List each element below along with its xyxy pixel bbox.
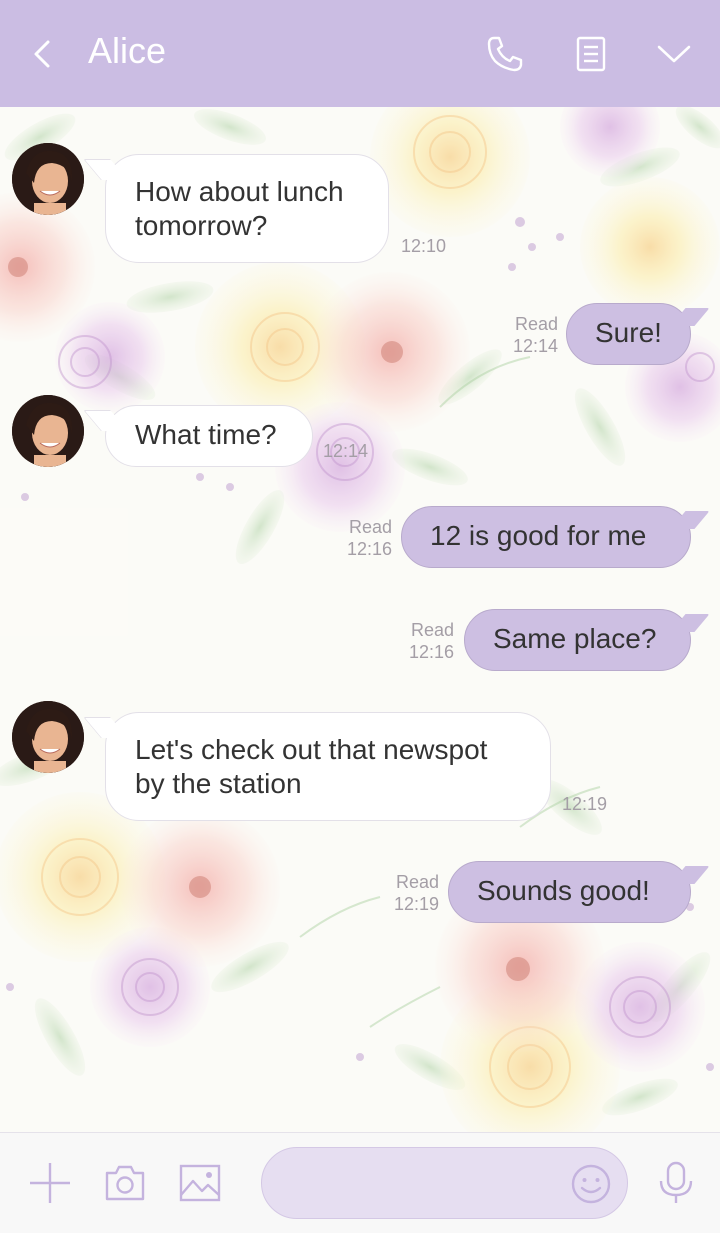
message-bubble-outgoing[interactable]: Sounds good!: [448, 861, 691, 923]
chevron-down-icon[interactable]: [654, 34, 694, 74]
message-text: 12 is good for me: [430, 520, 647, 551]
message-text-line: tomorrow?: [135, 210, 268, 241]
read-receipt: Read 12:16: [342, 516, 392, 560]
message-list[interactable]: How about lunch tomorrow? 12:10 Read 12:…: [0, 107, 720, 1132]
message-text: Sure!: [595, 317, 662, 348]
message-text-line: Let's check out that newspot: [135, 734, 488, 765]
message-time: 12:16: [346, 539, 392, 559]
avatar-photo: [12, 395, 84, 467]
message-text: What time?: [135, 419, 277, 450]
read-status: Read: [514, 314, 558, 334]
read-status: Read: [348, 517, 392, 537]
message-time: 12:19: [393, 894, 439, 914]
message-bubble-outgoing[interactable]: Sure!: [566, 303, 691, 365]
message-text: Same place?: [493, 623, 657, 654]
chat-header: Alice: [0, 0, 720, 107]
avatar-photo: [12, 143, 84, 215]
microphone-icon[interactable]: [654, 1161, 698, 1205]
phone-icon[interactable]: [485, 34, 525, 74]
avatar-photo: [12, 701, 84, 773]
message-text-line: How about lunch: [135, 176, 344, 207]
message-input-box[interactable]: [261, 1147, 628, 1220]
message-bubble-outgoing[interactable]: 12 is good for me: [401, 506, 691, 568]
read-status: Read: [395, 872, 439, 892]
message-text: Sounds good!: [477, 875, 650, 906]
notes-icon[interactable]: [571, 34, 611, 74]
message-input[interactable]: [284, 1148, 578, 1220]
read-receipt: Read 12:16: [404, 619, 454, 663]
message-bubble-incoming[interactable]: What time?: [105, 405, 313, 467]
camera-icon[interactable]: [103, 1161, 147, 1205]
contact-avatar[interactable]: [12, 143, 84, 215]
message-time: 12:16: [408, 642, 454, 662]
read-status: Read: [410, 620, 454, 640]
plus-icon[interactable]: [28, 1161, 72, 1205]
gallery-icon[interactable]: [178, 1161, 222, 1205]
message-bubble-incoming[interactable]: How about lunch tomorrow?: [105, 154, 389, 263]
smile-icon[interactable]: [569, 1162, 613, 1206]
message-bubble-outgoing[interactable]: Same place?: [464, 609, 691, 671]
message-text-line: by the station: [135, 768, 302, 799]
message-time: 12:10: [401, 236, 447, 256]
contact-avatar[interactable]: [12, 701, 84, 773]
message-composer: [0, 1132, 720, 1233]
chevron-left-icon[interactable]: [30, 36, 54, 72]
message-time: 12:14: [512, 336, 558, 356]
read-receipt: Read 12:14: [508, 313, 558, 357]
read-receipt: Read 12:19: [389, 871, 439, 915]
message-time: 12:19: [562, 794, 608, 814]
contact-name: Alice: [88, 30, 167, 71]
contact-avatar[interactable]: [12, 395, 84, 467]
message-bubble-incoming[interactable]: Let's check out that newspot by the stat…: [105, 712, 551, 821]
message-time: 12:14: [323, 441, 369, 461]
